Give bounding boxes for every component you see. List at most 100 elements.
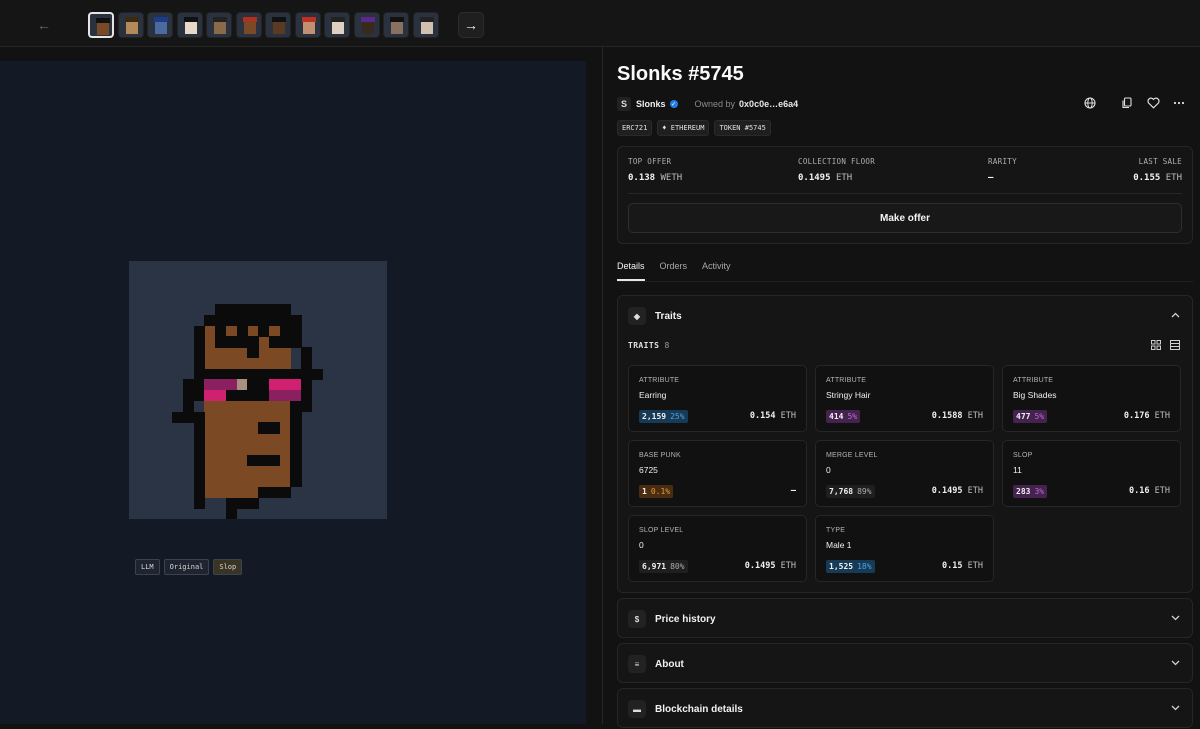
trait-price-value: 0.15	[942, 561, 963, 571]
verified-icon: ✓	[669, 100, 678, 108]
floor-value: 0.1495	[798, 173, 831, 183]
item-actions	[1083, 96, 1186, 110]
thumbnail-item[interactable]	[412, 12, 439, 38]
punk-pixel	[258, 486, 291, 498]
trait-rarity-badge: 283 3%	[1013, 485, 1048, 498]
variant-tag-slop[interactable]: Slop	[213, 559, 243, 575]
make-offer-button[interactable]: Make offer	[628, 203, 1182, 233]
trait-value: 0	[639, 540, 644, 550]
variant-tag-original[interactable]: Original	[163, 559, 210, 575]
trait-value: 6725	[639, 465, 658, 475]
trait-price-unit: ETH	[967, 411, 983, 421]
trait-pct: 18%	[857, 562, 872, 571]
chevron-up-icon[interactable]	[1171, 310, 1180, 320]
trait-pct: 89%	[857, 487, 872, 496]
about-title: About	[655, 658, 684, 670]
heart-icon[interactable]	[1146, 96, 1160, 110]
carousel-next-button[interactable]: →	[458, 12, 484, 38]
thumbnail-item[interactable]	[294, 12, 321, 38]
trait-rarity-badge: 7,768 89%	[826, 485, 875, 498]
trait-card[interactable]: SLOP 11 283 3% 0.16 ETH	[1002, 440, 1181, 507]
trait-card[interactable]: BASE PUNK 6725 1 0.1% –	[628, 440, 807, 507]
collection-link[interactable]: Slonks	[636, 99, 666, 109]
trait-price-unit: ETH	[780, 561, 796, 571]
trait-card[interactable]: ATTRIBUTE Earring 2,159 25% 0.154 ETH	[628, 365, 807, 432]
chevron-down-icon[interactable]	[1171, 613, 1180, 623]
punk-pixel	[258, 325, 270, 337]
collection-logo[interactable]: S	[617, 97, 631, 111]
chip-token-id: TOKEN #5745	[714, 120, 771, 136]
trait-card[interactable]: ATTRIBUTE Big Shades 477 5% 0.176 ETH	[1002, 365, 1181, 432]
trait-type: SLOP LEVEL	[639, 527, 684, 534]
thumbnail-item[interactable]	[176, 12, 203, 38]
punk-pixel	[247, 379, 270, 402]
trait-card[interactable]: ATTRIBUTE Stringy Hair 414 5% 0.1588 ETH	[815, 365, 994, 432]
trait-rarity-badge: 477 5%	[1013, 410, 1048, 423]
chevron-down-icon[interactable]	[1171, 658, 1180, 668]
thumbnail-item[interactable]	[117, 12, 144, 38]
owner-link[interactable]: 0x0c0e…e6a4	[739, 99, 798, 109]
list-view-icon[interactable]	[1170, 340, 1180, 353]
trait-floor-price: –	[791, 486, 796, 496]
price-history-panel[interactable]: $ Price history	[617, 598, 1193, 638]
about-panel[interactable]: ≡ About	[617, 643, 1193, 683]
thumbnail-item[interactable]	[265, 12, 291, 38]
punk-pixel	[247, 454, 280, 466]
trait-count: 414	[829, 412, 844, 421]
dollar-icon: $	[628, 610, 646, 628]
traits-panel-header[interactable]: ◆ Traits	[628, 296, 682, 336]
punk-pixel	[268, 336, 280, 348]
trait-rarity-badge: 2,159 25%	[639, 410, 688, 423]
trait-card[interactable]: SLOP LEVEL 0 6,971 80% 0.1495 ETH	[628, 515, 807, 582]
price-history-title: Price history	[655, 613, 716, 625]
punk-pixel	[290, 400, 302, 488]
thumbnail-item[interactable]	[324, 12, 350, 38]
thumbnail-item[interactable]	[235, 12, 262, 38]
trait-floor-price: 0.15 ETH	[942, 561, 983, 571]
trait-count: 1,525	[829, 562, 854, 571]
trait-price-value: 0.1495	[744, 561, 776, 571]
item-details-pane: Slonks #5745 S Slonks ✓ Owned by 0x0c0e……	[603, 47, 1200, 728]
last-sale-value: 0.155	[1133, 173, 1161, 183]
punk-pixel	[268, 379, 302, 391]
item-title: Slonks #5745	[617, 63, 744, 85]
nft-image[interactable]	[129, 261, 387, 519]
trait-rarity-badge: 414 5%	[826, 410, 861, 423]
thumbnail-item[interactable]	[206, 12, 232, 38]
trait-price-unit: ETH	[1154, 486, 1170, 496]
thumbnail-item[interactable]	[383, 12, 409, 38]
trait-type: TYPE	[826, 527, 846, 534]
floor-label: COLLECTION FLOOR	[798, 157, 876, 166]
owned-by-label: Owned by	[694, 99, 736, 109]
detail-tabs: Details Orders Activity	[617, 261, 731, 281]
trait-rarity-badge: 1 0.1%	[639, 485, 674, 498]
punk-pixel	[225, 390, 237, 402]
tab-orders[interactable]: Orders	[660, 261, 688, 281]
diamond-icon: ◆	[628, 307, 646, 325]
carousel-prev-button[interactable]: ←	[31, 12, 57, 38]
punk-pixel	[215, 304, 291, 316]
top-offer-value: 0.138	[628, 173, 656, 183]
collection-row: S Slonks ✓ Owned by 0x0c0e…e6a4	[617, 97, 798, 111]
variant-tag-llm[interactable]: LLM	[135, 559, 160, 575]
thumbnail-item[interactable]	[353, 12, 380, 38]
trait-price-unit: ETH	[967, 561, 983, 571]
thumbnail-item[interactable]	[147, 12, 173, 38]
tab-activity[interactable]: Activity	[702, 261, 731, 281]
trait-card[interactable]: TYPE Male 1 1,525 18% 0.15 ETH	[815, 515, 994, 582]
price-stats-card: TOP OFFER 0.138 WETH COLLECTION FLOOR 0.…	[617, 146, 1193, 244]
trait-card[interactable]: MERGE LEVEL 0 7,768 89% 0.1495 ETH	[815, 440, 994, 507]
more-icon[interactable]	[1172, 96, 1186, 110]
grid-view-icon[interactable]	[1151, 340, 1161, 353]
trait-value: 11	[1013, 465, 1022, 475]
punk-pixel	[225, 336, 237, 348]
copy-icon[interactable]	[1120, 96, 1134, 110]
chevron-down-icon[interactable]	[1171, 703, 1180, 713]
thumbnail-item[interactable]	[88, 12, 114, 38]
trait-value: Male 1	[826, 540, 852, 550]
blockchain-details-panel[interactable]: ▬ Blockchain details	[617, 688, 1193, 728]
trait-price-value: 0.176	[1123, 411, 1150, 421]
tab-details[interactable]: Details	[617, 261, 645, 281]
stats-divider	[628, 193, 1182, 194]
globe-icon[interactable]	[1083, 96, 1097, 110]
